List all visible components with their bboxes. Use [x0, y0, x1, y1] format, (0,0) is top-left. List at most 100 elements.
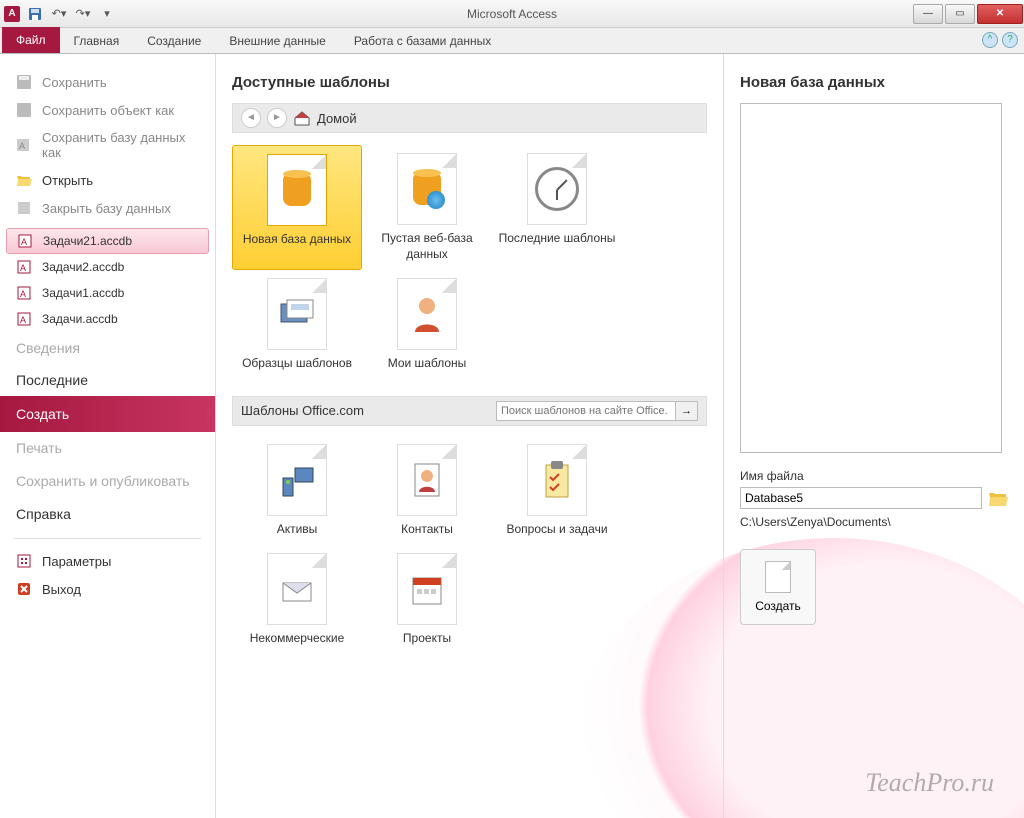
nav-forward-icon[interactable]: ►	[267, 108, 287, 128]
database-icon	[267, 154, 327, 226]
svg-text:A: A	[19, 141, 25, 151]
envelope-icon	[267, 553, 327, 625]
calendar-icon	[397, 553, 457, 625]
create-button-label: Создать	[755, 599, 801, 613]
tab-file[interactable]: Файл	[2, 27, 60, 53]
help-icon[interactable]: ?	[1002, 32, 1018, 48]
clipboard-icon	[527, 444, 587, 516]
templates-pane: Доступные шаблоны ◄ ► Домой Новая база д…	[216, 54, 724, 818]
save-path: C:\Users\Zenya\Documents\	[740, 515, 1008, 529]
sidebar-create-new[interactable]: Создать	[0, 396, 215, 432]
filename-input[interactable]	[740, 487, 982, 509]
office-templates-header: Шаблоны Office.com →	[232, 396, 707, 426]
recent-file-0[interactable]: A Задачи21.accdb	[6, 228, 209, 254]
breadcrumb-home[interactable]: Домой	[317, 111, 357, 126]
undo-icon[interactable]: ↶▾	[48, 3, 70, 25]
page-icon	[765, 561, 791, 593]
breadcrumb-bar: ◄ ► Домой	[232, 103, 707, 133]
svg-text:A: A	[20, 289, 26, 299]
template-label: Проекты	[366, 631, 488, 647]
samples-icon	[267, 278, 327, 350]
filename-label: Имя файла	[740, 469, 1008, 483]
nav-back-icon[interactable]: ◄	[241, 108, 261, 128]
sidebar-options-label: Параметры	[42, 554, 111, 569]
recent-file-2[interactable]: A Задачи1.accdb	[0, 280, 215, 306]
title-bar: A ↶▾ ↷▾ ▾ Microsoft Access — ▭ ✕	[0, 0, 1024, 28]
sidebar-open-label: Открыть	[42, 173, 93, 188]
options-icon	[16, 553, 32, 569]
ribbon-minimize-icon[interactable]: ^	[982, 32, 998, 48]
recent-file-label: Задачи21.accdb	[43, 234, 132, 248]
tab-home[interactable]: Главная	[60, 29, 134, 53]
sidebar-help[interactable]: Справка	[0, 498, 215, 530]
template-label: Пустая веб-база данных	[366, 231, 488, 262]
template-new-database[interactable]: Новая база данных	[232, 145, 362, 270]
sidebar-save-db-as[interactable]: A Сохранить базу данных как	[0, 124, 215, 166]
svg-text:A: A	[21, 237, 27, 247]
template-sample-templates[interactable]: Образцы шаблонов	[232, 270, 362, 380]
sidebar-print[interactable]: Печать	[0, 432, 215, 464]
save-icon	[16, 74, 32, 90]
qat-dropdown-icon[interactable]: ▾	[96, 3, 118, 25]
open-folder-icon	[16, 172, 32, 188]
template-blank-web-database[interactable]: Пустая веб-база данных	[362, 145, 492, 270]
template-contacts[interactable]: Контакты	[362, 436, 492, 546]
available-templates-heading: Доступные шаблоны	[232, 74, 707, 91]
redo-icon[interactable]: ↷▾	[72, 3, 94, 25]
tab-create[interactable]: Создание	[133, 29, 215, 53]
minimize-button[interactable]: —	[913, 4, 943, 24]
web-database-icon	[397, 153, 457, 225]
save-object-icon	[16, 102, 32, 118]
recent-file-label: Задачи2.accdb	[42, 260, 124, 274]
contacts-icon	[397, 444, 457, 516]
sidebar-options[interactable]: Параметры	[0, 547, 215, 575]
office-templates-heading: Шаблоны Office.com	[241, 403, 364, 418]
home-icon[interactable]	[293, 109, 311, 127]
sidebar-close-db-label: Закрыть базу данных	[42, 201, 171, 216]
accdb-icon: A	[16, 285, 32, 301]
sidebar-save-publish[interactable]: Сохранить и опубликовать	[0, 464, 215, 498]
template-label: Некоммерческие	[236, 631, 358, 647]
svg-text:A: A	[20, 263, 26, 273]
template-search-input[interactable]	[496, 401, 676, 421]
template-label: Активы	[236, 522, 358, 538]
accdb-icon: A	[16, 259, 32, 275]
assets-icon	[267, 444, 327, 516]
quick-access-toolbar: ↶▾ ↷▾ ▾	[24, 3, 118, 25]
sidebar-save-object-label: Сохранить объект как	[42, 103, 174, 118]
template-my-templates[interactable]: Мои шаблоны	[362, 270, 492, 380]
template-label: Образцы шаблонов	[236, 356, 358, 372]
template-nonprofit[interactable]: Некоммерческие	[232, 545, 362, 655]
search-go-button[interactable]: →	[676, 401, 698, 421]
accdb-icon: A	[16, 311, 32, 327]
recent-file-1[interactable]: A Задачи2.accdb	[0, 254, 215, 280]
save-icon[interactable]	[24, 3, 46, 25]
clock-icon	[527, 153, 587, 225]
template-recent-templates[interactable]: Последние шаблоны	[492, 145, 622, 270]
template-assets[interactable]: Активы	[232, 436, 362, 546]
template-projects[interactable]: Проекты	[362, 545, 492, 655]
recent-file-3[interactable]: A Задачи.accdb	[0, 306, 215, 332]
sidebar-recent-heading[interactable]: Последние	[0, 364, 215, 396]
recent-file-label: Задачи1.accdb	[42, 286, 124, 300]
template-label: Новая база данных	[237, 232, 357, 248]
window-controls: — ▭ ✕	[912, 2, 1024, 26]
sidebar-save-db-label: Сохранить базу данных как	[42, 130, 199, 160]
sidebar-close-db[interactable]: Закрыть базу данных	[0, 194, 215, 222]
app-icon: A	[4, 6, 20, 22]
close-db-icon	[16, 200, 32, 216]
maximize-button[interactable]: ▭	[945, 4, 975, 24]
tab-external-data[interactable]: Внешние данные	[215, 29, 340, 53]
sidebar-save-object-as[interactable]: Сохранить объект как	[0, 96, 215, 124]
sidebar-info[interactable]: Сведения	[0, 332, 215, 364]
sidebar-save[interactable]: Сохранить	[0, 68, 215, 96]
create-button[interactable]: Создать	[740, 549, 816, 625]
sidebar-exit[interactable]: Выход	[0, 575, 215, 603]
sidebar-open[interactable]: Открыть	[0, 166, 215, 194]
close-button[interactable]: ✕	[977, 4, 1023, 24]
template-label: Вопросы и задачи	[496, 522, 618, 538]
template-issues[interactable]: Вопросы и задачи	[492, 436, 622, 546]
browse-folder-icon[interactable]	[988, 489, 1008, 507]
template-label: Последние шаблоны	[496, 231, 618, 247]
tab-database-tools[interactable]: Работа с базами данных	[340, 29, 505, 53]
